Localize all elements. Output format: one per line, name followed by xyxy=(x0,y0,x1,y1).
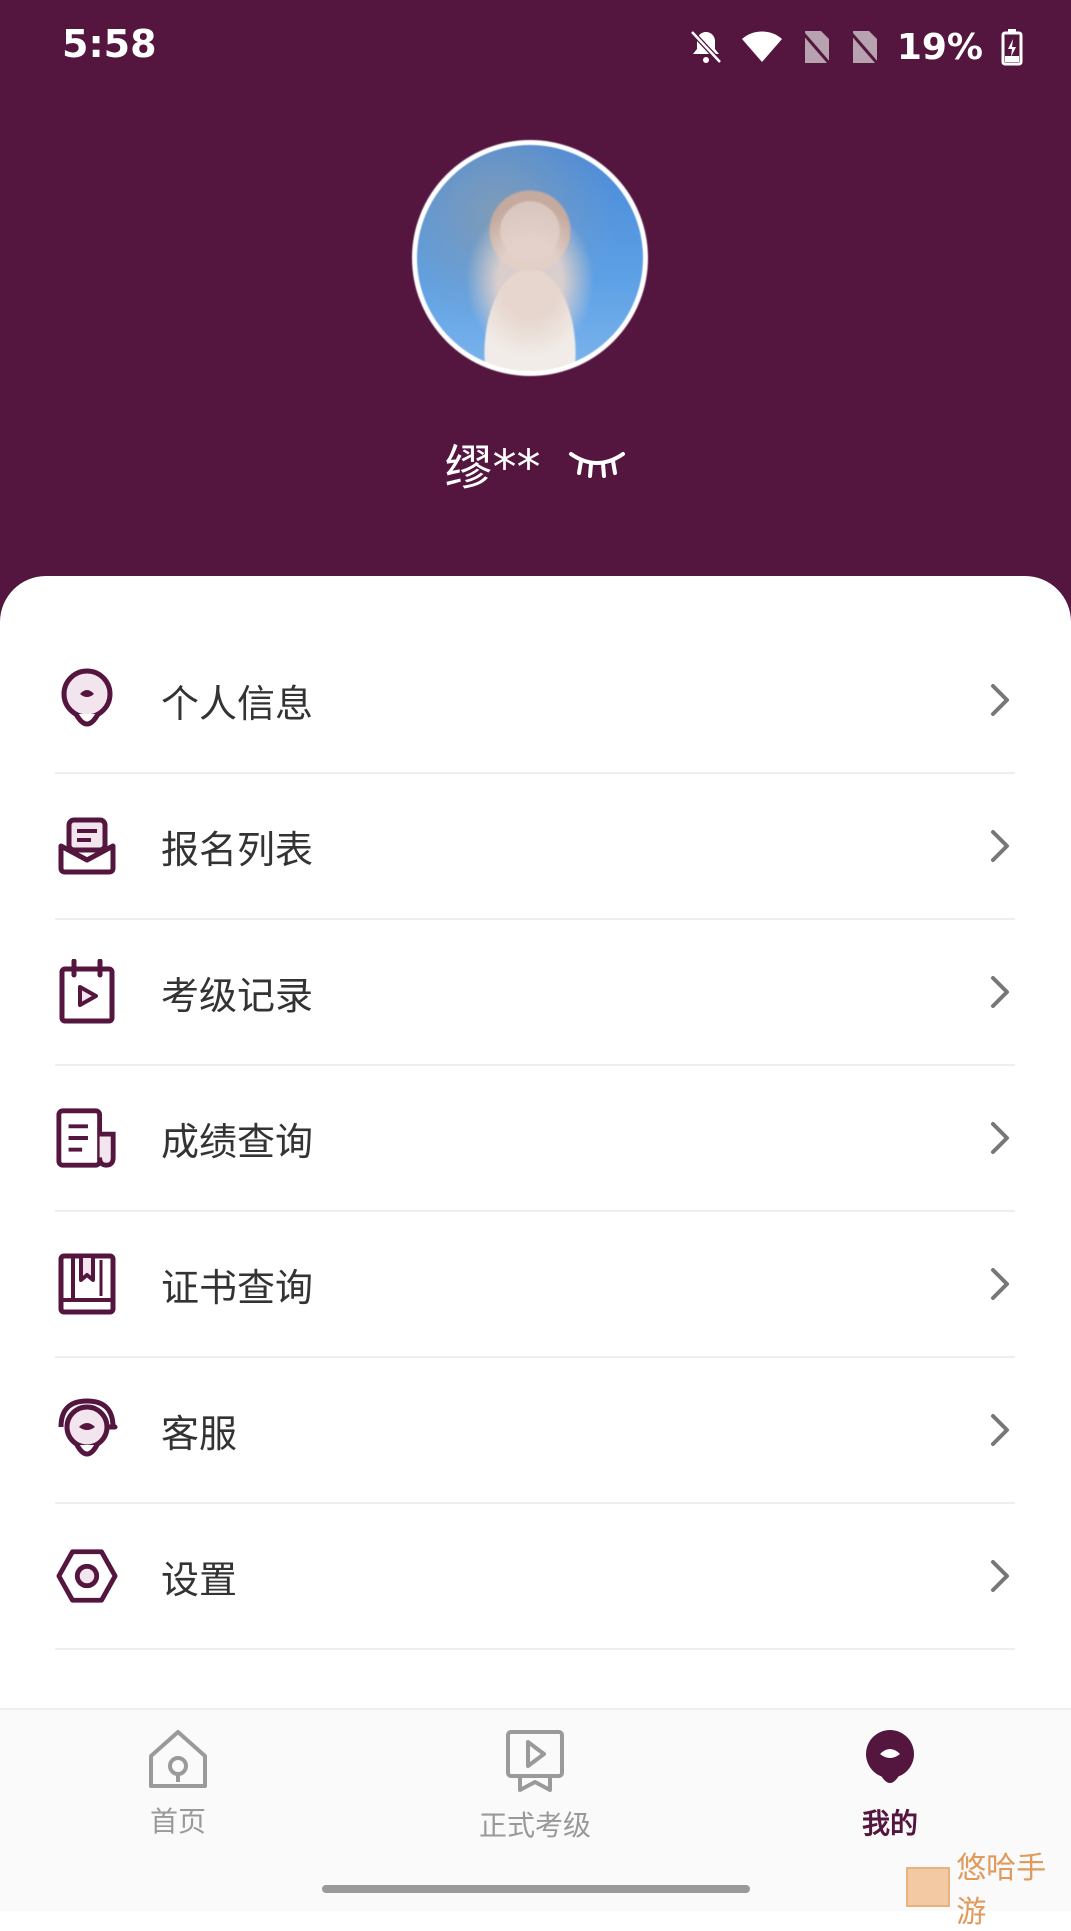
battery-charging-icon xyxy=(1001,29,1023,66)
menu-item-registration-list[interactable]: 报名列表 xyxy=(55,774,1015,920)
profile-icon xyxy=(866,1730,914,1783)
status-icons: 19% xyxy=(689,22,1023,72)
menu-label-personal-info: 个人信息 xyxy=(161,681,314,726)
bottom-tab-bar: 首页 正式考级 我的 xyxy=(0,1708,1071,1865)
chevron-right-icon xyxy=(991,684,1009,716)
home-icon xyxy=(149,1730,207,1788)
menu-label-score-query: 成绩查询 xyxy=(161,1119,314,1164)
customer-service-icon xyxy=(55,1398,119,1462)
avatar[interactable] xyxy=(412,140,648,376)
settings-icon xyxy=(55,1544,119,1608)
watermark-logo-icon xyxy=(906,1867,951,1907)
person-icon xyxy=(55,668,119,732)
score-query-icon xyxy=(55,1106,119,1170)
menu-item-certificate-query[interactable]: 证书查询 xyxy=(55,1212,1015,1358)
chevron-right-icon xyxy=(991,830,1009,862)
menu-label-customer-service: 客服 xyxy=(161,1411,238,1456)
exam-record-icon xyxy=(55,959,119,1024)
registration-list-icon xyxy=(55,814,119,878)
chevron-right-icon xyxy=(991,1122,1009,1154)
tab-label-home: 首页 xyxy=(149,1805,206,1838)
menu-label-settings: 设置 xyxy=(161,1557,238,1602)
status-time: 5:58 xyxy=(62,22,157,66)
eye-closed-icon[interactable] xyxy=(567,446,627,480)
menu-item-customer-service[interactable]: 客服 xyxy=(55,1358,1015,1504)
menu-item-exam-records[interactable]: 考级记录 xyxy=(55,920,1015,1066)
chevron-right-icon xyxy=(991,1414,1009,1446)
menu-label-certificate-query: 证书查询 xyxy=(161,1265,314,1310)
menu-label-registration-list: 报名列表 xyxy=(161,827,314,872)
status-bar: 5:58 19% xyxy=(0,0,1071,90)
menu-item-score-query[interactable]: 成绩查询 xyxy=(55,1066,1015,1212)
tab-home[interactable]: 首页 xyxy=(78,1728,278,1848)
username-row: 缪** xyxy=(0,428,1071,498)
profile-header: 5:58 19% 缪** xyxy=(0,0,1071,640)
avatar-photo xyxy=(417,145,643,371)
chevron-right-icon xyxy=(991,1560,1009,1592)
watermark: 悠哈手游 xyxy=(906,1851,1071,1930)
battery-percentage: 19% xyxy=(896,26,983,68)
menu-label-exam-records: 考级记录 xyxy=(161,973,314,1018)
wifi-icon xyxy=(741,31,782,62)
username: 缪** xyxy=(444,440,541,496)
no-sim-icon xyxy=(801,31,830,64)
notifications-off-icon xyxy=(690,30,722,64)
certificate-query-icon xyxy=(55,1252,119,1316)
tab-label-mine: 我的 xyxy=(861,1807,918,1840)
chevron-right-icon xyxy=(991,976,1009,1008)
tab-label-formal-exam: 正式考级 xyxy=(478,1809,591,1842)
watermark-text: 悠哈手游 xyxy=(956,1851,1047,1930)
tab-formal-exam[interactable]: 正式考级 xyxy=(435,1728,635,1848)
menu-item-personal-info[interactable]: 个人信息 xyxy=(55,628,1015,774)
home-indicator[interactable] xyxy=(322,1885,750,1893)
chevron-right-icon xyxy=(991,1268,1009,1300)
video-exam-icon xyxy=(506,1730,564,1792)
menu-item-settings[interactable]: 设置 xyxy=(55,1504,1015,1650)
menu-card: 个人信息 报名列表 考级记录 成绩查询 证书查询 客服 设置 xyxy=(0,576,1071,1711)
no-sim-icon-2 xyxy=(849,31,878,64)
tab-mine[interactable]: 我的 xyxy=(790,1728,990,1848)
